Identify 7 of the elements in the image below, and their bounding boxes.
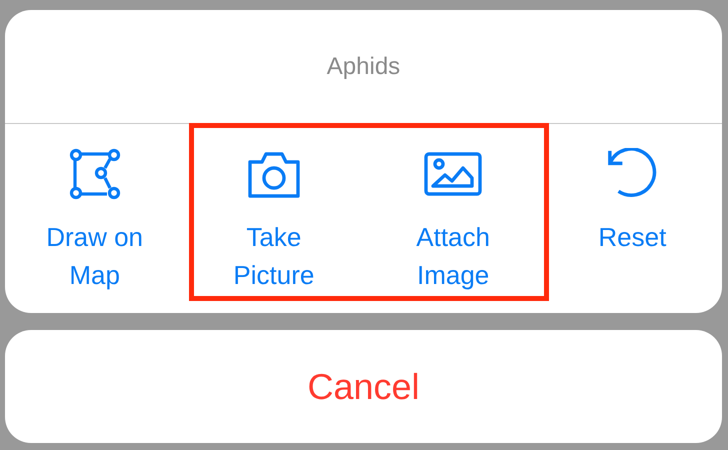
action-button[interactable]: Draw on Map (5, 124, 184, 301)
polygon-nodes-icon (68, 148, 121, 200)
sheet-title: Aphids (5, 10, 722, 124)
cancel-button[interactable]: Cancel (5, 330, 722, 443)
action-button[interactable]: Take Picture (184, 124, 364, 301)
action-button[interactable]: Reset (542, 124, 722, 301)
action-button[interactable]: Attach Image (364, 124, 543, 301)
